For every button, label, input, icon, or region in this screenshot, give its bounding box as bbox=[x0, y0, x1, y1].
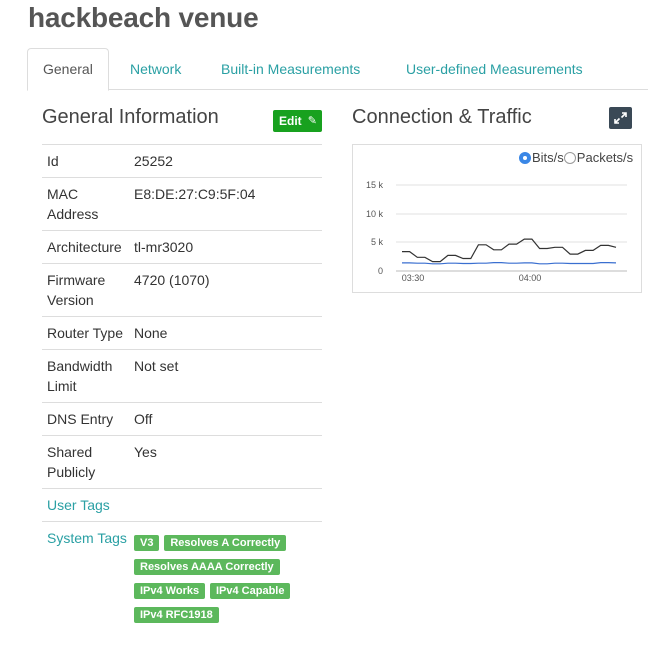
row-value: tl-mr3020 bbox=[134, 239, 194, 255]
x-tick-label: 03:30 bbox=[402, 273, 425, 283]
row-label: MAC Address bbox=[47, 186, 99, 222]
tag-badge: Resolves AAAA Correctly bbox=[134, 559, 280, 575]
tag-badge: V3 bbox=[134, 535, 160, 551]
legend-label: Packets/s bbox=[576, 150, 634, 165]
table-row: User Tags bbox=[42, 489, 322, 522]
traffic-chart: 0 5 k 10 k 15 k 03:30 04:00 bbox=[366, 180, 627, 283]
tag-badge: IPv4 RFC1918 bbox=[134, 607, 219, 623]
expand-button[interactable] bbox=[609, 107, 632, 129]
row-label: DNS Entry bbox=[47, 411, 114, 427]
general-info-table: Id 25252 MAC Address E8:DE:27:C9:5F:04 A… bbox=[42, 144, 322, 633]
edit-button[interactable]: Edit ✎ bbox=[273, 110, 322, 132]
radio-checked-icon bbox=[519, 151, 531, 164]
row-label: Bandwidth Limit bbox=[47, 358, 113, 394]
y-tick-label: 0 bbox=[378, 266, 383, 276]
edit-icon: ✎ bbox=[307, 115, 317, 127]
row-value: E8:DE:27:C9:5F:04 bbox=[134, 186, 256, 202]
row-value: 25252 bbox=[134, 153, 173, 169]
table-row: MAC Address E8:DE:27:C9:5F:04 bbox=[42, 178, 322, 231]
row-label: Firmware Version bbox=[47, 272, 106, 308]
tag-badge: Resolves A Correctly bbox=[164, 535, 287, 551]
x-tick-label: 04:00 bbox=[519, 273, 542, 283]
table-row: Id 25252 bbox=[42, 145, 322, 178]
table-row: Bandwidth Limit Not set bbox=[42, 350, 322, 403]
connection-traffic-heading: Connection & Traffic bbox=[352, 106, 532, 128]
row-value: Not set bbox=[134, 358, 179, 374]
y-tick-label: 5 k bbox=[371, 237, 384, 247]
row-value: None bbox=[134, 325, 168, 341]
legend-bits-option[interactable]: Bits/s bbox=[519, 150, 564, 165]
edit-button-label: Edit bbox=[279, 114, 302, 128]
table-row: Router Type None bbox=[42, 317, 322, 350]
table-row: System Tags V3 Resolves A Correctly Reso… bbox=[42, 522, 322, 633]
expand-icon bbox=[614, 112, 627, 124]
table-row: Firmware Version 4720 (1070) bbox=[42, 264, 322, 317]
tab-general[interactable]: General bbox=[27, 48, 109, 91]
row-value: Off bbox=[134, 411, 153, 427]
page-title: hackbeach venue bbox=[28, 2, 259, 33]
tag-badge: IPv4 Capable bbox=[210, 583, 291, 599]
row-label: Shared Publicly bbox=[47, 444, 96, 480]
row-value: Yes bbox=[134, 444, 157, 460]
tx-series-line bbox=[402, 261, 617, 265]
tab-built-in-measurements[interactable]: Built-in Measurements bbox=[206, 48, 375, 90]
radio-unchecked-icon bbox=[563, 151, 576, 164]
chart-legend: Bits/s Packets/s bbox=[519, 150, 633, 165]
row-label: Router Type bbox=[47, 325, 124, 341]
row-label: Architecture bbox=[47, 239, 122, 255]
table-row: Shared Publicly Yes bbox=[42, 436, 322, 489]
traffic-chart-panel: Bits/s Packets/s 0 5 k 10 k 15 k 03:30 04:00 bbox=[352, 144, 642, 293]
table-row: Architecture tl-mr3020 bbox=[42, 231, 322, 264]
tab-bar: General Network Built-in Measurements Us… bbox=[27, 48, 648, 91]
row-value bbox=[134, 489, 322, 521]
legend-packets-option[interactable]: Packets/s bbox=[563, 150, 634, 165]
y-tick-label: 10 k bbox=[366, 209, 384, 219]
tag-badge: IPv4 Works bbox=[134, 583, 206, 599]
user-tags-link[interactable]: User Tags bbox=[42, 489, 134, 521]
table-row: DNS Entry Off bbox=[42, 403, 322, 436]
system-tags-link[interactable]: System Tags bbox=[42, 522, 134, 633]
general-information-heading: General Information bbox=[42, 106, 219, 128]
row-label: Id bbox=[47, 153, 59, 169]
system-tags-list: V3 Resolves A Correctly Resolves AAAA Co… bbox=[134, 522, 322, 633]
legend-label: Bits/s bbox=[532, 150, 564, 165]
tab-network[interactable]: Network bbox=[115, 48, 196, 90]
y-tick-label: 15 k bbox=[366, 180, 384, 190]
tab-user-defined-measurements[interactable]: User-defined Measurements bbox=[391, 48, 598, 90]
row-value: 4720 (1070) bbox=[134, 272, 210, 288]
